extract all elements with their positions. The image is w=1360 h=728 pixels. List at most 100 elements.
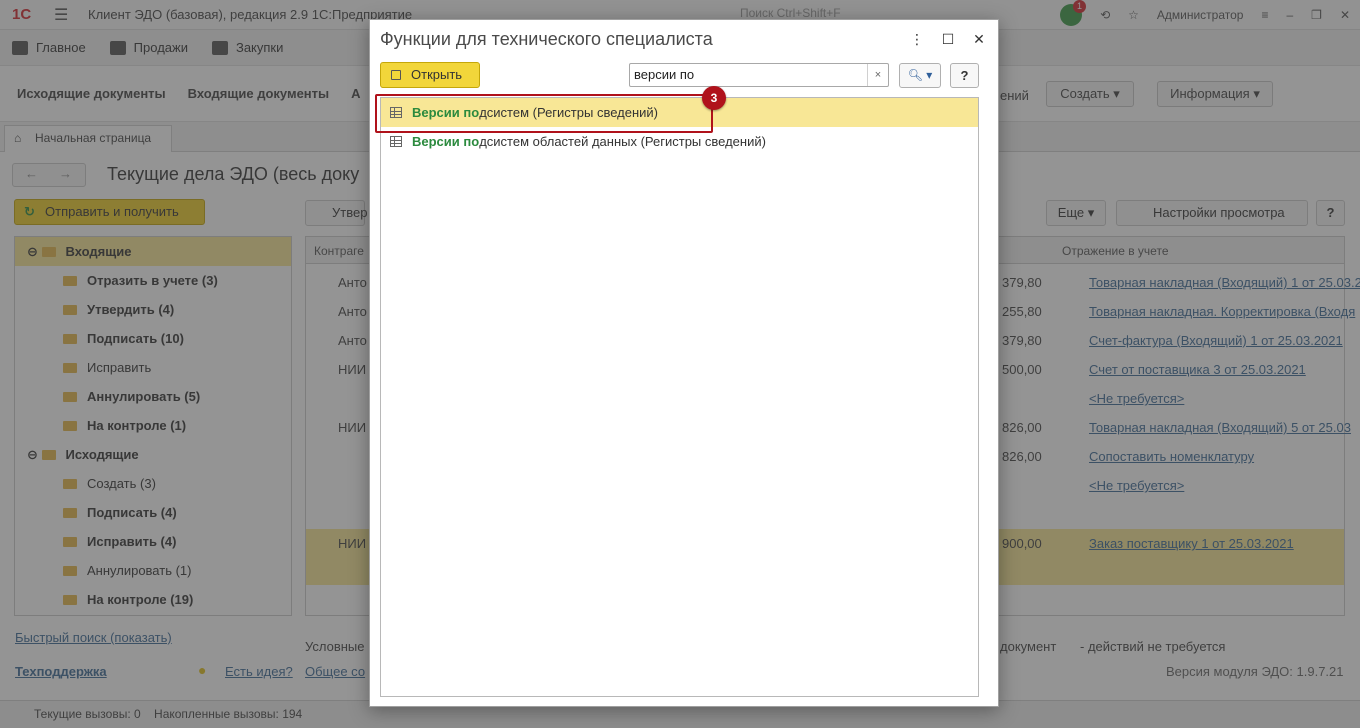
maximize-icon[interactable]: ☐ xyxy=(937,28,959,50)
tree-item-label: Создать (3) xyxy=(87,476,156,491)
column-reflection[interactable]: Отражение в учете xyxy=(1062,244,1169,258)
create-button-label: Создать xyxy=(1060,86,1110,101)
history-icon[interactable]: ⟲ xyxy=(1100,8,1110,22)
tree-item[interactable]: Отразить в учете (3) xyxy=(15,266,291,295)
tree-item[interactable]: Исправить xyxy=(15,353,291,382)
support-link[interactable]: Техподдержка xyxy=(15,664,107,679)
open-button-label: Открыть xyxy=(411,67,463,82)
tree-item-label: Подписать (4) xyxy=(87,505,177,520)
legend-none: - действий не требуется xyxy=(1080,639,1226,654)
folder-icon xyxy=(63,392,77,402)
view-settings-label: Настройки просмотра xyxy=(1153,205,1285,220)
panel-link-outgoing[interactable]: Исходящие документы xyxy=(6,86,177,101)
more-button[interactable]: Еще ▾ xyxy=(1046,200,1106,226)
folder-icon xyxy=(63,363,77,373)
cell-reflection[interactable]: Товарная накладная (Входящий) 5 от 25.03 xyxy=(1089,420,1351,435)
cell-reflection[interactable]: Счет-фактура (Входящий) 1 от 25.03.2021 xyxy=(1089,333,1343,348)
conditional-label: Условные xyxy=(305,639,365,654)
approve-button[interactable]: Утвер xyxy=(305,200,367,226)
tree-item[interactable]: ⊖ Входящие xyxy=(15,237,291,266)
tree-item[interactable]: Аннулировать (1) xyxy=(15,556,291,585)
module-version: Версия модуля ЭДО: 1.9.7.21 xyxy=(1166,664,1344,679)
restore-icon[interactable]: ❐ xyxy=(1311,8,1322,22)
panel-link-incoming[interactable]: Входящие документы xyxy=(177,86,340,101)
idea-link[interactable]: Есть идея? xyxy=(225,664,293,679)
general-link[interactable]: Общее со xyxy=(305,664,365,679)
search-button[interactable]: 🔍︎ ▾ xyxy=(899,63,941,88)
functions-list: Версии подсистем (Регистры сведений) Вер… xyxy=(380,97,979,697)
section-purchases[interactable]: Закупки xyxy=(200,40,295,55)
tree-item[interactable]: На контроле (19) xyxy=(15,585,291,614)
more-actions-icon[interactable]: ⋮ xyxy=(906,28,928,50)
search-input[interactable]: версии по × xyxy=(629,63,889,87)
folder-icon xyxy=(41,247,56,257)
cell-counterparty: НИИ xyxy=(338,536,367,551)
view-settings-button[interactable]: Настройки просмотра xyxy=(1116,200,1308,226)
help-button[interactable]: ? xyxy=(950,63,979,88)
info-button-label: Информация xyxy=(1170,86,1250,101)
app-title: Клиент ЭДО (базовая), редакция 2.9 1С:Пр… xyxy=(88,7,413,22)
column-counterparty[interactable]: Контраге xyxy=(314,244,364,258)
minimize-icon[interactable]: – xyxy=(1286,8,1293,22)
1c-logo: 1С xyxy=(12,6,32,23)
folder-icon xyxy=(63,421,77,431)
section-sales[interactable]: Продажи xyxy=(98,40,200,55)
cell-reflection[interactable]: Товарная накладная (Входящий) 1 от 25.03… xyxy=(1089,275,1360,290)
collapse-icon[interactable]: ⊖ xyxy=(27,244,42,259)
tree-item-label: Утвердить (4) xyxy=(87,302,175,317)
cell-reflection[interactable]: <Не требуется> xyxy=(1089,391,1184,406)
section-main[interactable]: Главное xyxy=(0,40,98,55)
tree-item[interactable]: Исправить (4) xyxy=(15,527,291,556)
send-receive-button[interactable]: ↻ Отправить и получить xyxy=(14,199,205,225)
open-button[interactable]: Открыть xyxy=(380,62,480,88)
folder-icon xyxy=(63,508,77,518)
content-help-button[interactable]: ? xyxy=(1316,200,1345,226)
tree-item[interactable]: Аннулировать (5) xyxy=(15,382,291,411)
quick-search-link[interactable]: Быстрый поиск (показать) xyxy=(15,630,172,645)
clear-search-button[interactable]: × xyxy=(867,64,888,86)
notifications-icon[interactable]: 1 xyxy=(1060,0,1087,26)
collapse-icon[interactable]: ⊖ xyxy=(27,447,42,462)
cell-amount: 379,80 xyxy=(1002,333,1042,348)
tree-item-label: Отразить в учете (3) xyxy=(87,273,218,288)
cell-reflection[interactable]: <Не требуется> xyxy=(1089,478,1184,493)
tree-item[interactable]: На контроле (1) xyxy=(15,411,291,440)
tab-home[interactable]: ⌂ Начальная страница xyxy=(4,125,172,152)
cell-counterparty: Анто xyxy=(338,333,367,348)
cell-reflection[interactable]: Счет от поставщика 3 от 25.03.2021 xyxy=(1089,362,1306,377)
accumulated-calls: Накопленные вызовы: 194 xyxy=(154,707,303,721)
section-purchases-label: Закупки xyxy=(235,40,284,55)
tree-item[interactable]: Утвердить (4) xyxy=(15,295,291,324)
close-icon[interactable]: ✕ xyxy=(968,28,990,50)
cell-reflection[interactable]: Сопоставить номенклатуру xyxy=(1089,449,1254,464)
back-icon[interactable]: ← xyxy=(25,166,38,181)
cell-counterparty: НИИ xyxy=(338,420,367,435)
cell-amount: 255,80 xyxy=(1002,304,1042,319)
forward-icon[interactable]: → xyxy=(59,166,72,181)
refresh-icon: ↻ xyxy=(24,204,35,219)
menu-icon[interactable]: ☰ xyxy=(54,5,70,25)
folder-icon xyxy=(63,479,77,489)
tree-item[interactable]: Подписать (10) xyxy=(15,324,291,353)
info-button[interactable]: Информация ▾ xyxy=(1157,81,1273,107)
title-bar-tools: 1 ⟲ ☆ Администратор ≡ – ❐ ✕ xyxy=(1060,0,1350,26)
tree-item[interactable]: Подписать (4) xyxy=(15,498,291,527)
create-button[interactable]: Создать ▾ xyxy=(1046,81,1134,107)
cell-amount: 826,00 xyxy=(1002,420,1042,435)
user-name[interactable]: Администратор xyxy=(1157,8,1244,22)
tree-item[interactable]: ⊖ Исходящие xyxy=(15,440,291,469)
close-icon[interactable]: ✕ xyxy=(1340,8,1350,22)
notification-count: 1 xyxy=(1073,0,1087,13)
nav-buttons[interactable]: ← → xyxy=(12,163,86,187)
settings-icon[interactable]: ≡ xyxy=(1261,8,1268,22)
favorites-icon[interactable]: ☆ xyxy=(1128,8,1139,22)
cell-reflection[interactable]: Товарная накладная. Корректировка (Входя xyxy=(1089,304,1355,319)
panel-link-fragment[interactable]: ений xyxy=(1000,88,1029,103)
callout-number: 3 xyxy=(702,86,726,110)
purchases-section-icon xyxy=(211,40,228,55)
match-fragment: по xyxy=(463,134,480,149)
cell-reflection[interactable]: Заказ поставщику 1 от 25.03.2021 xyxy=(1089,536,1294,551)
home-icon: ⌂ xyxy=(14,131,22,145)
tree-item[interactable]: Создать (3) xyxy=(15,469,291,498)
panel-link-more[interactable]: А xyxy=(340,86,371,101)
